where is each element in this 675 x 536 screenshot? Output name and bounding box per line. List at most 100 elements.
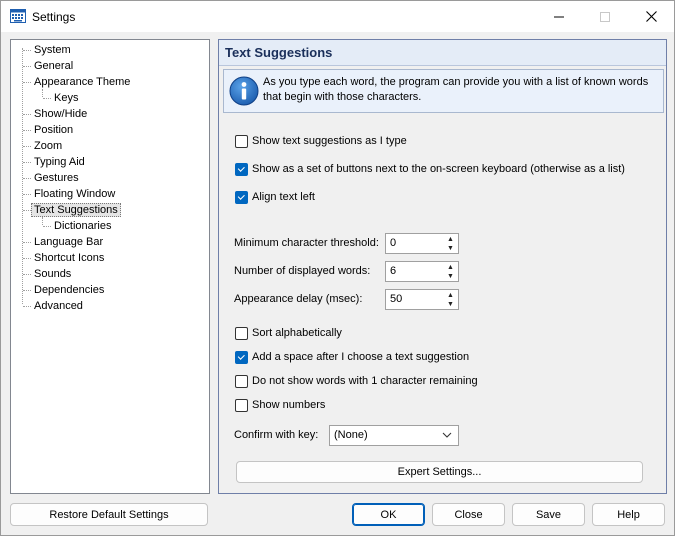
checkbox-unchecked-icon[interactable]: [235, 374, 248, 388]
checkbox-label: Show as a set of buttons next to the on-…: [252, 163, 625, 175]
restore-defaults-label: Restore Default Settings: [49, 508, 169, 521]
info-box: As you type each word, the program can p…: [223, 69, 664, 113]
tree-connector: [23, 162, 31, 163]
info-text: As you type each word, the program can p…: [263, 76, 649, 103]
tree-connector: [23, 194, 31, 195]
tree-item-sounds[interactable]: Sounds: [31, 266, 74, 282]
help-label: Help: [617, 508, 640, 521]
tree-connector: [22, 48, 23, 304]
restore-defaults-button[interactable]: Restore Default Settings: [10, 503, 208, 526]
tree-item-text-suggestions[interactable]: Text Suggestions: [31, 202, 121, 218]
number-spinner[interactable]: 0 ▲ ▼: [385, 233, 459, 254]
checkbox-sort-alphabetically[interactable]: Sort alphabetically: [235, 325, 342, 341]
tree-connector: [23, 210, 31, 211]
tree-connector: [23, 242, 31, 243]
expert-settings-button[interactable]: Expert Settings...: [236, 461, 643, 483]
checkbox-checked-icon[interactable]: [235, 162, 248, 176]
spin-down-icon[interactable]: ▼: [444, 300, 457, 308]
keyboard-icon: [10, 9, 26, 23]
tree-item-show-hide[interactable]: Show/Hide: [31, 106, 90, 122]
tree-item-keys[interactable]: Keys: [51, 90, 81, 106]
tree-item-label: Shortcut Icons: [34, 252, 105, 264]
checkbox-label: Show numbers: [252, 399, 326, 411]
settings-panel: Text Suggestions As you type each word, …: [218, 39, 667, 494]
confirm-key-label: Confirm with key:: [234, 429, 319, 441]
tree-connector: [42, 217, 43, 225]
tree-item-dependencies[interactable]: Dependencies: [31, 282, 107, 298]
panel-header: Text Suggestions: [219, 40, 666, 66]
spin-down-icon[interactable]: ▼: [444, 272, 457, 280]
info-icon: [229, 76, 259, 106]
tree-item-advanced[interactable]: Advanced: [31, 298, 86, 314]
tree-connector: [23, 130, 31, 131]
checkbox-add-a-space-after-i-choose-a-text-sugges[interactable]: Add a space after I choose a text sugges…: [235, 349, 469, 365]
minimize-button[interactable]: [536, 1, 582, 32]
spinner-arrows: ▲ ▼: [444, 263, 457, 280]
checkbox-label: Show text suggestions as I type: [252, 135, 407, 147]
tree-item-label: Dependencies: [34, 284, 105, 296]
tree-item-position[interactable]: Position: [31, 122, 76, 138]
spin-up-icon[interactable]: ▲: [444, 291, 457, 299]
tree-item-label: Advanced: [34, 300, 83, 312]
tree-item-dictionaries[interactable]: Dictionaries: [51, 218, 114, 234]
help-button[interactable]: Help: [592, 503, 665, 526]
tree-item-label: Text Suggestions: [31, 203, 121, 217]
tree-item-shortcut-icons[interactable]: Shortcut Icons: [31, 250, 107, 266]
checkbox-label: Add a space after I choose a text sugges…: [252, 351, 470, 363]
checkbox-show-as-a-set-of-buttons-next-to-the-on[interactable]: Show as a set of buttons next to the on-…: [235, 161, 625, 177]
spinner-value[interactable]: 50: [390, 293, 402, 305]
settings-tree[interactable]: System General Appearance Theme Keys Show/Hi…: [10, 39, 210, 494]
tree-item-gestures[interactable]: Gestures: [31, 170, 82, 186]
tree-connector: [43, 226, 51, 227]
tree-connector: [42, 89, 43, 97]
tree-item-label: Keys: [54, 92, 79, 104]
spin-up-icon[interactable]: ▲: [444, 235, 457, 243]
number-spinner[interactable]: 6 ▲ ▼: [385, 261, 459, 282]
tree-item-zoom[interactable]: Zoom: [31, 138, 65, 154]
checkbox-do-not-show-words-with-1-character-remai[interactable]: Do not show words with 1 character remai…: [235, 373, 478, 389]
spinner-value[interactable]: 6: [390, 265, 396, 277]
window-title: Settings: [32, 10, 76, 24]
spinner-arrows: ▲ ▼: [444, 291, 457, 308]
maximize-icon: [600, 11, 610, 22]
tree-connector: [23, 50, 31, 51]
tree-item-label: Position: [34, 124, 74, 136]
tree-connector: [23, 146, 31, 147]
tree-item-label: Gestures: [34, 172, 79, 184]
tree-item-system[interactable]: System: [31, 42, 74, 58]
checkbox-show-numbers[interactable]: Show numbers: [235, 397, 325, 413]
checkbox-unchecked-icon[interactable]: [235, 134, 248, 148]
tree-item-label: Show/Hide: [34, 108, 88, 120]
checkbox-unchecked-icon[interactable]: [235, 398, 248, 412]
save-label: Save: [535, 508, 562, 521]
spin-up-icon[interactable]: ▲: [444, 263, 457, 271]
spin-down-icon[interactable]: ▼: [444, 244, 457, 252]
maximize-button[interactable]: [582, 1, 628, 32]
close-button[interactable]: Close: [432, 503, 505, 526]
tree-item-label: Language Bar: [34, 236, 104, 248]
confirm-key-select[interactable]: (None): [329, 425, 459, 446]
checkbox-show-text-suggestions-as-i-type[interactable]: Show text suggestions as I type: [235, 133, 407, 149]
tree-item-typing-aid[interactable]: Typing Aid: [31, 154, 88, 170]
settings-window: Settings System General Appearance Theme Ke…: [0, 0, 675, 536]
expert-settings-label: Expert Settings...: [397, 466, 482, 478]
checkbox-align-text-left[interactable]: Align text left: [235, 189, 315, 205]
tree-item-general[interactable]: General: [31, 58, 76, 74]
tree-item-language-bar[interactable]: Language Bar: [31, 234, 106, 250]
number-spinner[interactable]: 50 ▲ ▼: [385, 289, 459, 310]
checkbox-label: Sort alphabetically: [252, 327, 342, 339]
tree-item-floating-window[interactable]: Floating Window: [31, 186, 118, 202]
ok-button[interactable]: OK: [352, 503, 425, 526]
tree-item-label: System: [34, 44, 71, 56]
tree-connector: [23, 258, 31, 259]
checkbox-checked-icon[interactable]: [235, 190, 248, 204]
spinner-value[interactable]: 0: [390, 237, 396, 249]
checkbox-unchecked-icon[interactable]: [235, 326, 248, 340]
close-window-button[interactable]: [628, 1, 674, 32]
tree-item-appearance-theme[interactable]: Appearance Theme: [31, 74, 133, 90]
checkbox-checked-icon[interactable]: [235, 350, 248, 364]
panel-title: Text Suggestions: [225, 45, 333, 60]
save-button[interactable]: Save: [512, 503, 585, 526]
tree-connector: [23, 290, 31, 291]
close-label: Close: [454, 508, 483, 521]
